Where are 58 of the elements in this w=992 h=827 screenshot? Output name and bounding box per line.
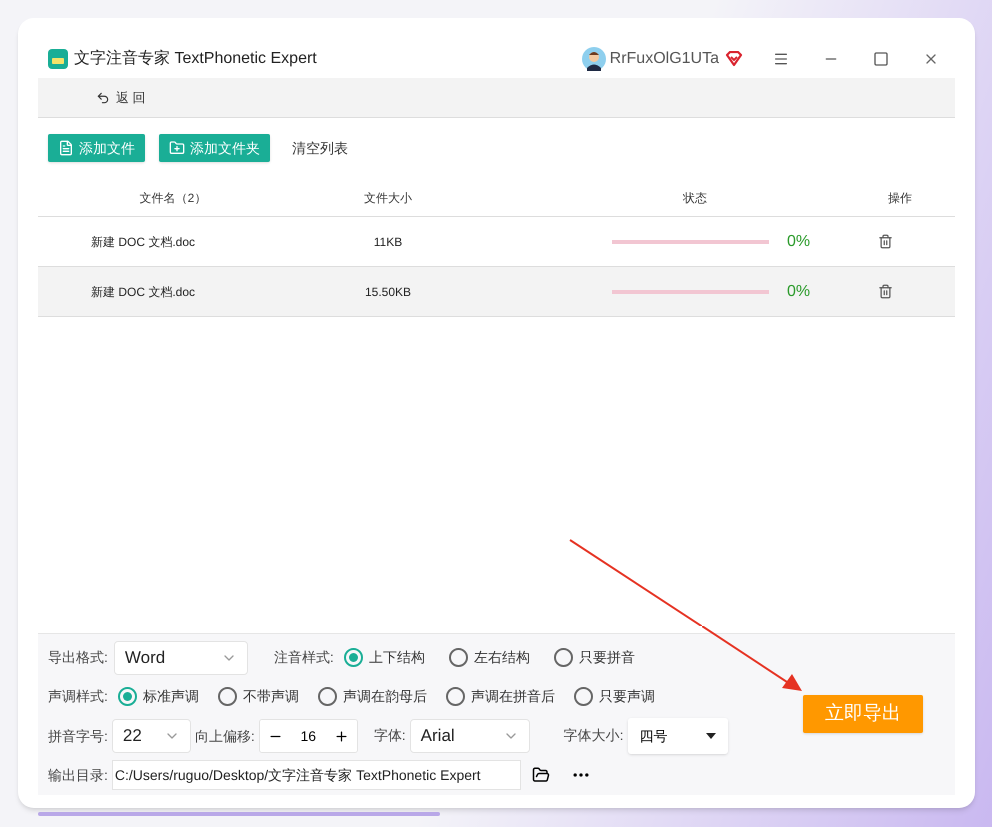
back-button[interactable]: 返 回 [96,88,146,108]
column-header: 操作 [888,190,912,204]
folder-plus-icon [169,140,185,156]
progress-percent: 0% [787,232,810,252]
offset-stepper[interactable]: 16 [258,719,358,754]
radio-label: 只要声调 [598,687,655,706]
file-size: 15.50KB [364,284,412,298]
dropdown-arrow-icon [706,733,716,740]
radio-button[interactable] [118,687,137,706]
menu-icon[interactable] [773,51,789,67]
field-label: 注音样式: [274,648,334,665]
plus-icon[interactable] [334,728,349,744]
table-row[interactable]: 新建 DOC 文档.doc 15.50KB 0% [38,267,955,317]
radio-button[interactable] [448,648,468,668]
radio-label: 声调在韵母后 [342,687,427,706]
field-label: 向上偏移: [194,726,255,746]
output-path-field[interactable]: C:/Users/ruguo/Desktop/文字注音专家 TextPhonetic Expert [112,760,521,790]
radio-label: 只要拼音 [578,648,635,668]
folder-icon[interactable] [530,766,551,784]
window-title: 文字注音专家 TextPhonetic Expert [74,48,317,69]
radio-button[interactable] [574,687,593,706]
file-name: 新建 DOC 文档.doc [90,234,195,248]
progress-percent: 0% [787,282,810,302]
radio-label: 上下结构 [368,648,425,668]
diamond-icon[interactable] [725,51,743,67]
radio-button[interactable] [344,648,363,668]
size-select[interactable]: 22 [112,719,191,754]
document-icon [58,140,74,156]
clear-list-button[interactable]: 清空列表 [284,134,356,162]
font-select[interactable]: Arial [410,719,530,754]
radio-button[interactable] [446,687,465,706]
field-label: 输出目录: [48,766,108,785]
field-label: 字体: [374,727,406,744]
radio-label: 左右结构 [474,648,530,668]
format-select[interactable]: Word [114,640,248,675]
radio-label: 声调在拼音后 [470,687,555,706]
file-size: 11KB [374,234,402,248]
field-label: 字体大小: [564,727,624,744]
maximize-icon[interactable] [873,51,889,67]
font-size-select[interactable]: 四号 [628,718,728,754]
delete-icon[interactable] [878,234,894,249]
app-logo-icon [48,49,68,69]
radio-label: 不带声调 [242,687,299,706]
field-label: 声调样式: [48,687,108,706]
file-name: 新建 DOC 文档.doc [90,284,195,298]
radio-button[interactable] [218,687,237,706]
column-header: 状态 [683,190,707,204]
radio-button[interactable] [554,648,573,668]
delete-icon[interactable] [878,284,894,299]
back-icon [96,90,110,104]
radio-label: 标准声调 [142,687,199,706]
column-header: 文件名（2） [140,190,206,204]
avatar-icon [582,47,606,71]
column-header: 文件大小 [364,190,412,204]
field-label: 导出格式: [48,648,108,668]
radio-button[interactable] [318,687,337,706]
username[interactable]: RrFuxOlG1UTa [610,47,719,71]
field-label: 拼音字号: [48,726,108,746]
